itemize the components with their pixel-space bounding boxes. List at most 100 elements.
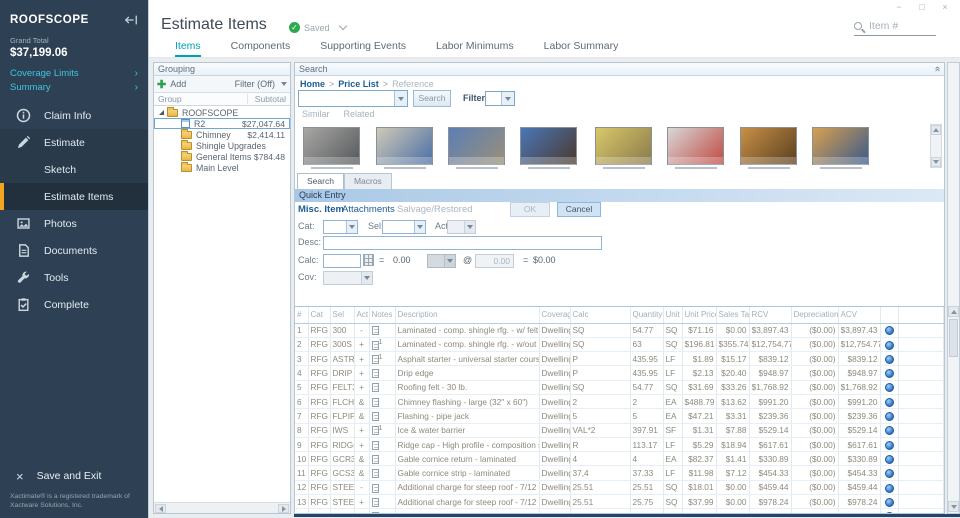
price-source-icon[interactable] bbox=[885, 498, 894, 507]
main-tab[interactable]: Items bbox=[175, 40, 201, 57]
tree-expand-icon[interactable] bbox=[159, 110, 164, 115]
window-control[interactable]: − bbox=[894, 2, 904, 12]
scroll-down-arrow[interactable] bbox=[948, 501, 959, 512]
sidebar-menu-item[interactable]: Sketch bbox=[0, 156, 148, 183]
sidebar-menu-item[interactable]: Photos bbox=[0, 210, 148, 237]
group-column-header[interactable]: Group bbox=[154, 94, 247, 104]
sidebar-menu-item[interactable]: Complete bbox=[0, 291, 148, 318]
price-source-icon[interactable] bbox=[885, 441, 894, 450]
search-term-combobox[interactable] bbox=[298, 90, 408, 107]
note-icon[interactable] bbox=[372, 469, 379, 478]
filter-caret-icon[interactable] bbox=[281, 82, 287, 86]
price-source-icon[interactable] bbox=[885, 341, 894, 350]
col-depreciation[interactable]: Depreciation bbox=[791, 307, 838, 323]
price-source-icon[interactable] bbox=[885, 455, 894, 464]
subtotal-column-header[interactable]: Subtotal bbox=[247, 94, 290, 104]
estimate-item-row[interactable]: 9 RFG RIDGC+ + Ridge cap - High profile … bbox=[295, 437, 944, 451]
related-link[interactable]: Related bbox=[344, 109, 375, 119]
misc-item-link[interactable]: Misc. Item bbox=[298, 204, 344, 215]
col-acv[interactable]: ACV bbox=[838, 307, 880, 323]
col-notes[interactable]: Notes bbox=[369, 307, 395, 323]
price-source-icon[interactable] bbox=[885, 398, 894, 407]
breadcrumb-home[interactable]: Home bbox=[300, 79, 325, 89]
price-source-icon[interactable] bbox=[885, 326, 894, 335]
cat-combobox[interactable] bbox=[323, 220, 358, 234]
price-list-thumbnail[interactable] bbox=[520, 127, 577, 170]
calc-input[interactable] bbox=[323, 254, 361, 268]
desc-input[interactable] bbox=[323, 236, 602, 250]
price-list-thumbnail[interactable] bbox=[812, 127, 869, 170]
col-number[interactable]: # bbox=[295, 307, 308, 323]
scroll-down-arrow[interactable] bbox=[931, 157, 941, 167]
price-list-thumbnail[interactable] bbox=[667, 127, 724, 170]
breadcrumb-price-list[interactable]: Price List bbox=[338, 79, 379, 89]
add-group-button[interactable]: Add bbox=[170, 79, 186, 89]
item-number-search[interactable]: Item # bbox=[854, 20, 936, 36]
col-quantity[interactable]: Quantity bbox=[630, 307, 663, 323]
note-icon[interactable] bbox=[372, 455, 379, 464]
grouping-tree-row[interactable]: General Items $784.48 bbox=[154, 151, 290, 162]
cancel-button[interactable]: Cancel bbox=[557, 202, 601, 217]
col-calc[interactable]: Calc bbox=[570, 307, 630, 323]
price-list-thumbnail[interactable] bbox=[448, 127, 505, 170]
note-icon[interactable] bbox=[372, 398, 379, 407]
filter-button[interactable]: Filter (Off) bbox=[235, 79, 275, 89]
thumbnail-scrollbar[interactable] bbox=[930, 124, 942, 168]
grouping-tree-row[interactable]: Main Level bbox=[154, 162, 290, 173]
search-macros-tab[interactable]: Search bbox=[297, 173, 344, 189]
estimate-item-row[interactable]: 6 RFG FLCH> & Chimney flashing - large (… bbox=[295, 394, 944, 408]
col-sel[interactable]: Sel bbox=[330, 307, 354, 323]
price-source-icon[interactable] bbox=[885, 355, 894, 364]
note-icon[interactable] bbox=[372, 484, 379, 493]
main-tab[interactable]: Components bbox=[231, 40, 291, 57]
price-source-icon[interactable] bbox=[885, 412, 894, 421]
estimate-item-row[interactable]: 14 RFG STEEP> + Additional charge for st… bbox=[295, 509, 944, 513]
collapse-panel-icon[interactable]: « bbox=[933, 66, 941, 72]
filter-dropdown[interactable] bbox=[485, 91, 515, 106]
attachments-link[interactable]: Attachments bbox=[342, 204, 395, 215]
combo-dropdown-icon[interactable] bbox=[501, 92, 514, 105]
estimate-item-row[interactable]: 13 RFG STEEP + Additional charge for ste… bbox=[295, 495, 944, 509]
estimate-item-row[interactable]: 4 RFG DRIP + Drip edge Dwelling P 435.95 bbox=[295, 366, 944, 380]
estimate-item-row[interactable]: 12 RFG STEEP - Additional charge for ste… bbox=[295, 480, 944, 494]
note-icon[interactable] bbox=[372, 412, 379, 421]
estimate-item-row[interactable]: 3 RFG ASTR- + 1 Asphalt starter - univer… bbox=[295, 352, 944, 366]
price-source-icon[interactable] bbox=[885, 469, 894, 478]
sidebar-menu-item[interactable]: Documents bbox=[0, 237, 148, 264]
col-act[interactable]: Act bbox=[354, 307, 369, 323]
sidebar-menu-item[interactable]: Estimate Items bbox=[0, 183, 148, 210]
sel-combobox[interactable] bbox=[382, 220, 426, 234]
sidebar-menu-item[interactable]: Tools bbox=[0, 264, 148, 291]
price-list-thumbnail[interactable] bbox=[376, 127, 433, 170]
ok-button[interactable]: OK bbox=[510, 202, 550, 217]
price-source-icon[interactable] bbox=[885, 484, 894, 493]
estimate-item-row[interactable]: 11 RFG GCS300 & Gable cornice strip - la… bbox=[295, 466, 944, 480]
main-tab[interactable]: Supporting Events bbox=[320, 40, 406, 57]
estimate-item-row[interactable]: 5 RFG FELT30 + Roofing felt - 30 lb. Dwe… bbox=[295, 380, 944, 394]
main-tab[interactable]: Labor Minimums bbox=[436, 40, 514, 57]
col-description[interactable]: Description bbox=[395, 307, 539, 323]
col-rcv[interactable]: RCV bbox=[749, 307, 791, 323]
col-coverage[interactable]: Coverage bbox=[539, 307, 570, 323]
save-exit-button[interactable]: × Save and Exit bbox=[0, 462, 148, 490]
window-control[interactable]: □ bbox=[917, 2, 927, 12]
scroll-up-arrow[interactable] bbox=[948, 306, 959, 317]
col-sales-tax[interactable]: Sales Tax bbox=[716, 307, 749, 323]
note-icon[interactable] bbox=[372, 498, 379, 507]
price-source-icon[interactable] bbox=[885, 369, 894, 378]
scroll-up-arrow[interactable] bbox=[931, 125, 941, 135]
note-icon[interactable] bbox=[372, 512, 379, 513]
col-unit[interactable]: Unit bbox=[663, 307, 682, 323]
estimate-item-row[interactable]: 8 RFG IWS + 1 Ice & water barrier Dwelli… bbox=[295, 423, 944, 437]
note-icon[interactable] bbox=[372, 426, 379, 435]
price-source-icon[interactable] bbox=[885, 426, 894, 435]
estimate-item-row[interactable]: 10 RFG GCR300 & Gable cornice return - l… bbox=[295, 452, 944, 466]
price-list-thumbnail[interactable] bbox=[303, 127, 360, 170]
grouping-tree-row[interactable]: Chimney $2,414.11 bbox=[154, 129, 290, 140]
unit-combobox[interactable] bbox=[427, 254, 456, 268]
sidebar-quick-link[interactable]: Summary › bbox=[0, 80, 148, 94]
note-icon[interactable] bbox=[372, 441, 379, 450]
grouping-tree-row[interactable]: R2 $27,047.64 bbox=[154, 118, 290, 129]
saved-status[interactable]: Saved bbox=[289, 22, 346, 33]
estimate-item-row[interactable]: 2 RFG 300S + 1 Laminated - comp. shingle… bbox=[295, 337, 944, 351]
